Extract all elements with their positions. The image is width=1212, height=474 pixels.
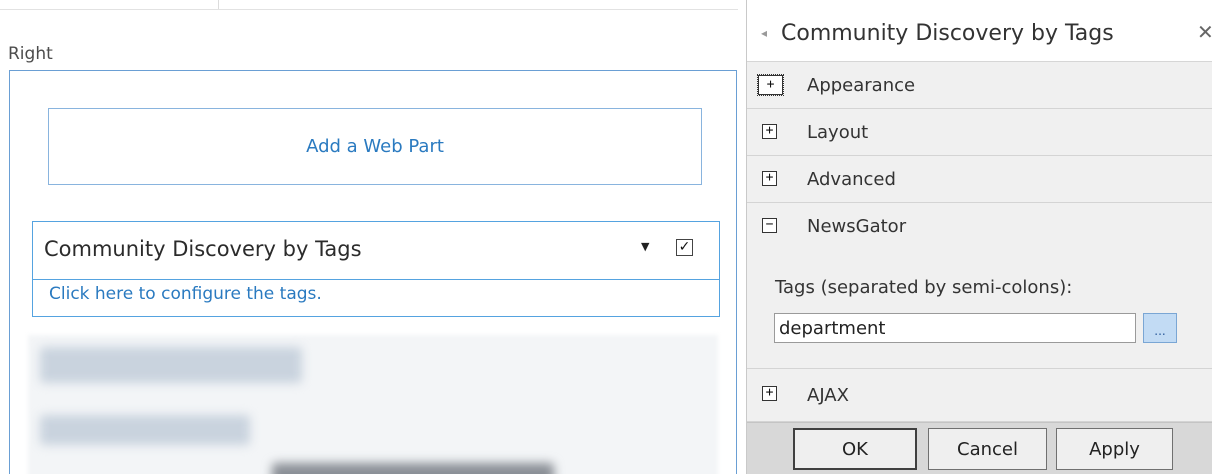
newsgator-section-body: Tags (separated by semi-colons): ...	[747, 251, 1212, 369]
expand-icon[interactable]: +	[762, 386, 777, 401]
section-label: NewsGator	[807, 216, 907, 237]
section-ajax[interactable]: + AJAX	[747, 369, 1212, 422]
collapse-icon[interactable]: −	[762, 218, 777, 233]
section-advanced[interactable]: + Advanced	[747, 156, 1212, 203]
section-label: Layout	[807, 122, 869, 143]
tool-pane-title: Community Discovery by Tags	[781, 21, 1114, 46]
webpart-title: Community Discovery by Tags	[44, 237, 362, 261]
apply-button[interactable]: Apply	[1056, 428, 1173, 470]
section-label: Appearance	[807, 75, 916, 96]
webpart-zone: Add a Web Part Community Discovery by Ta…	[9, 70, 737, 474]
zone-label: Right	[8, 44, 53, 64]
tool-pane: ◂ Community Discovery by Tags ✕ + Appear…	[746, 0, 1212, 474]
close-icon[interactable]: ✕	[1197, 20, 1212, 44]
tags-input[interactable]	[774, 313, 1136, 343]
expand-icon[interactable]: +	[762, 124, 777, 139]
cancel-button[interactable]: Cancel	[928, 428, 1047, 470]
expand-icon[interactable]: +	[762, 171, 777, 186]
webpart-community-discovery: Community Discovery by Tags ▼ ✓ Click he…	[32, 221, 720, 317]
webpart-select-checkbox[interactable]: ✓	[676, 239, 693, 256]
add-webpart-button[interactable]: Add a Web Part	[48, 108, 702, 185]
section-label: AJAX	[807, 385, 849, 406]
top-strip	[0, 0, 738, 10]
section-layout[interactable]: + Layout	[747, 109, 1212, 156]
blurred-line	[272, 463, 554, 474]
tags-field-label: Tags (separated by semi-colons):	[775, 277, 1073, 298]
expand-icon[interactable]: +	[757, 74, 784, 96]
webpart-title-bar: Community Discovery by Tags ▼ ✓	[33, 222, 719, 280]
ok-button[interactable]: OK	[793, 428, 917, 470]
tool-pane-button-bar: OK Cancel Apply	[747, 422, 1212, 474]
collapse-arrow-icon[interactable]: ◂	[761, 26, 767, 40]
section-newsgator[interactable]: − NewsGator	[747, 203, 1212, 250]
blurred-line	[40, 415, 250, 445]
top-divider	[218, 0, 219, 9]
browse-tags-button[interactable]: ...	[1143, 313, 1177, 343]
section-appearance[interactable]: + Appearance	[747, 62, 1212, 109]
tool-pane-header: ◂ Community Discovery by Tags ✕	[747, 0, 1212, 62]
dropdown-arrow-icon[interactable]: ▼	[641, 240, 649, 253]
section-label: Advanced	[807, 169, 896, 190]
configure-tags-link[interactable]: Click here to configure the tags.	[49, 284, 322, 304]
blurred-line	[40, 347, 302, 383]
